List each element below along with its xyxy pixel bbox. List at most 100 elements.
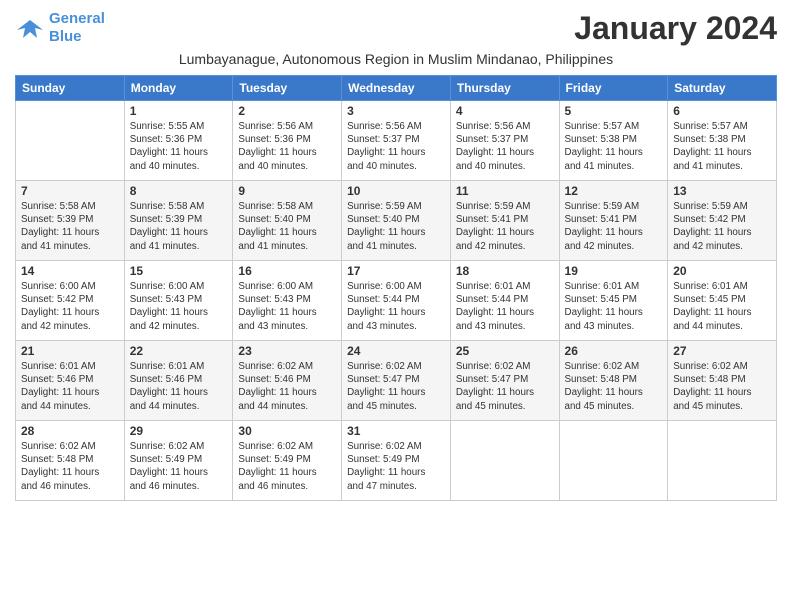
calendar-cell: 30 Sunrise: 6:02 AM Sunset: 5:49 PM Dayli…	[233, 421, 342, 501]
day-number: 10	[347, 184, 445, 198]
day-info: Sunrise: 5:59 AM Sunset: 5:41 PM Dayligh…	[456, 200, 554, 253]
day-number: 22	[130, 344, 228, 358]
day-info: Sunrise: 6:01 AM Sunset: 5:45 PM Dayligh…	[673, 280, 771, 333]
day-info: Sunrise: 5:56 AM Sunset: 5:37 PM Dayligh…	[347, 120, 445, 173]
calendar-cell: 21 Sunrise: 6:01 AM Sunset: 5:46 PM Dayli…	[16, 341, 125, 421]
calendar-cell	[559, 421, 668, 501]
day-number: 25	[456, 344, 554, 358]
col-header-monday: Monday	[124, 76, 233, 101]
day-number: 13	[673, 184, 771, 198]
day-number: 12	[565, 184, 663, 198]
day-number: 3	[347, 104, 445, 118]
day-info: Sunrise: 6:01 AM Sunset: 5:44 PM Dayligh…	[456, 280, 554, 333]
day-info: Sunrise: 5:56 AM Sunset: 5:37 PM Dayligh…	[456, 120, 554, 173]
logo-line2: Blue	[49, 28, 82, 45]
calendar-cell: 4Sunrise: 5:56 AM Sunset: 5:37 PM Daylig…	[450, 101, 559, 181]
calendar-cell: 2 Sunrise: 5:56 AM Sunset: 5:36 PM Daylig…	[233, 101, 342, 181]
calendar-cell: 16Sunrise: 6:00 AM Sunset: 5:43 PM Dayli…	[233, 261, 342, 341]
day-number: 21	[21, 344, 119, 358]
col-header-thursday: Thursday	[450, 76, 559, 101]
calendar-cell: 19 Sunrise: 6:01 AM Sunset: 5:45 PM Dayli…	[559, 261, 668, 341]
day-number: 2	[238, 104, 336, 118]
calendar-table: SundayMondayTuesdayWednesdayThursdayFrid…	[15, 75, 777, 501]
day-info: Sunrise: 6:01 AM Sunset: 5:46 PM Dayligh…	[21, 360, 119, 413]
day-info: Sunrise: 6:00 AM Sunset: 5:42 PM Dayligh…	[21, 280, 119, 333]
day-info: Sunrise: 5:58 AM Sunset: 5:39 PM Dayligh…	[130, 200, 228, 253]
calendar-cell: 13Sunrise: 5:59 AM Sunset: 5:42 PM Dayli…	[668, 181, 777, 261]
subtitle: Lumbayanague, Autonomous Region in Musli…	[15, 51, 777, 67]
day-info: Sunrise: 5:55 AM Sunset: 5:36 PM Dayligh…	[130, 120, 228, 173]
day-info: Sunrise: 5:56 AM Sunset: 5:36 PM Dayligh…	[238, 120, 336, 173]
calendar-cell: 22Sunrise: 6:01 AM Sunset: 5:46 PM Dayli…	[124, 341, 233, 421]
day-number: 19	[565, 264, 663, 278]
day-info: Sunrise: 6:01 AM Sunset: 5:45 PM Dayligh…	[565, 280, 663, 333]
calendar-cell	[450, 421, 559, 501]
calendar-cell: 10 Sunrise: 5:59 AM Sunset: 5:40 PM Dayli…	[342, 181, 451, 261]
day-number: 7	[21, 184, 119, 198]
day-info: Sunrise: 5:59 AM Sunset: 5:40 PM Dayligh…	[347, 200, 445, 253]
calendar-cell: 17Sunrise: 6:00 AM Sunset: 5:44 PM Dayli…	[342, 261, 451, 341]
calendar-cell: 28 Sunrise: 6:02 AM Sunset: 5:48 PM Dayli…	[16, 421, 125, 501]
calendar-cell: 6Sunrise: 5:57 AM Sunset: 5:38 PM Daylig…	[668, 101, 777, 181]
day-number: 24	[347, 344, 445, 358]
day-number: 18	[456, 264, 554, 278]
calendar-cell: 8 Sunrise: 5:58 AM Sunset: 5:39 PM Daylig…	[124, 181, 233, 261]
day-number: 6	[673, 104, 771, 118]
day-info: Sunrise: 5:59 AM Sunset: 5:41 PM Dayligh…	[565, 200, 663, 253]
calendar-cell: 29Sunrise: 6:02 AM Sunset: 5:49 PM Dayli…	[124, 421, 233, 501]
col-header-friday: Friday	[559, 76, 668, 101]
calendar-cell: 12 Sunrise: 5:59 AM Sunset: 5:41 PM Dayli…	[559, 181, 668, 261]
week-row-2: 7 Sunrise: 5:58 AM Sunset: 5:39 PM Daylig…	[16, 181, 777, 261]
logo-line1: General	[49, 10, 105, 27]
day-number: 28	[21, 424, 119, 438]
day-number: 26	[565, 344, 663, 358]
calendar-cell: 25 Sunrise: 6:02 AM Sunset: 5:47 PM Dayli…	[450, 341, 559, 421]
calendar-cell: 11 Sunrise: 5:59 AM Sunset: 5:41 PM Dayli…	[450, 181, 559, 261]
week-row-1: 1 Sunrise: 5:55 AM Sunset: 5:36 PM Daylig…	[16, 101, 777, 181]
calendar-cell: 24 Sunrise: 6:02 AM Sunset: 5:47 PM Dayli…	[342, 341, 451, 421]
day-info: Sunrise: 6:00 AM Sunset: 5:43 PM Dayligh…	[238, 280, 336, 333]
month-title: January 2024	[574, 10, 777, 47]
day-info: Sunrise: 6:02 AM Sunset: 5:46 PM Dayligh…	[238, 360, 336, 413]
calendar-cell: 27 Sunrise: 6:02 AM Sunset: 5:48 PM Dayli…	[668, 341, 777, 421]
day-number: 15	[130, 264, 228, 278]
day-info: Sunrise: 6:02 AM Sunset: 5:48 PM Dayligh…	[673, 360, 771, 413]
calendar-cell: 20Sunrise: 6:01 AM Sunset: 5:45 PM Dayli…	[668, 261, 777, 341]
day-info: Sunrise: 6:02 AM Sunset: 5:48 PM Dayligh…	[21, 440, 119, 493]
day-number: 8	[130, 184, 228, 198]
day-info: Sunrise: 5:58 AM Sunset: 5:39 PM Dayligh…	[21, 200, 119, 253]
day-number: 5	[565, 104, 663, 118]
calendar-cell: 7 Sunrise: 5:58 AM Sunset: 5:39 PM Daylig…	[16, 181, 125, 261]
day-info: Sunrise: 6:00 AM Sunset: 5:44 PM Dayligh…	[347, 280, 445, 333]
calendar-cell: 23Sunrise: 6:02 AM Sunset: 5:46 PM Dayli…	[233, 341, 342, 421]
day-info: Sunrise: 6:02 AM Sunset: 5:47 PM Dayligh…	[456, 360, 554, 413]
day-number: 30	[238, 424, 336, 438]
logo: General Blue	[15, 10, 105, 46]
day-info: Sunrise: 6:02 AM Sunset: 5:49 PM Dayligh…	[347, 440, 445, 493]
calendar-cell: 14 Sunrise: 6:00 AM Sunset: 5:42 PM Dayli…	[16, 261, 125, 341]
logo-text: General Blue	[49, 10, 105, 46]
calendar-cell: 31Sunrise: 6:02 AM Sunset: 5:49 PM Dayli…	[342, 421, 451, 501]
col-header-tuesday: Tuesday	[233, 76, 342, 101]
day-of-week-row: SundayMondayTuesdayWednesdayThursdayFrid…	[16, 76, 777, 101]
day-number: 27	[673, 344, 771, 358]
day-number: 14	[21, 264, 119, 278]
day-number: 1	[130, 104, 228, 118]
week-row-3: 14 Sunrise: 6:00 AM Sunset: 5:42 PM Dayli…	[16, 261, 777, 341]
logo-icon	[15, 16, 45, 40]
day-info: Sunrise: 6:02 AM Sunset: 5:48 PM Dayligh…	[565, 360, 663, 413]
day-info: Sunrise: 6:00 AM Sunset: 5:43 PM Dayligh…	[130, 280, 228, 333]
day-info: Sunrise: 5:58 AM Sunset: 5:40 PM Dayligh…	[238, 200, 336, 253]
calendar-cell: 15 Sunrise: 6:00 AM Sunset: 5:43 PM Dayli…	[124, 261, 233, 341]
col-header-saturday: Saturday	[668, 76, 777, 101]
week-row-4: 21 Sunrise: 6:01 AM Sunset: 5:46 PM Dayli…	[16, 341, 777, 421]
day-info: Sunrise: 6:02 AM Sunset: 5:47 PM Dayligh…	[347, 360, 445, 413]
day-number: 11	[456, 184, 554, 198]
week-row-5: 28 Sunrise: 6:02 AM Sunset: 5:48 PM Dayli…	[16, 421, 777, 501]
day-info: Sunrise: 6:02 AM Sunset: 5:49 PM Dayligh…	[238, 440, 336, 493]
calendar-cell	[668, 421, 777, 501]
day-number: 9	[238, 184, 336, 198]
calendar-cell: 26 Sunrise: 6:02 AM Sunset: 5:48 PM Dayli…	[559, 341, 668, 421]
day-info: Sunrise: 6:02 AM Sunset: 5:49 PM Dayligh…	[130, 440, 228, 493]
col-header-sunday: Sunday	[16, 76, 125, 101]
